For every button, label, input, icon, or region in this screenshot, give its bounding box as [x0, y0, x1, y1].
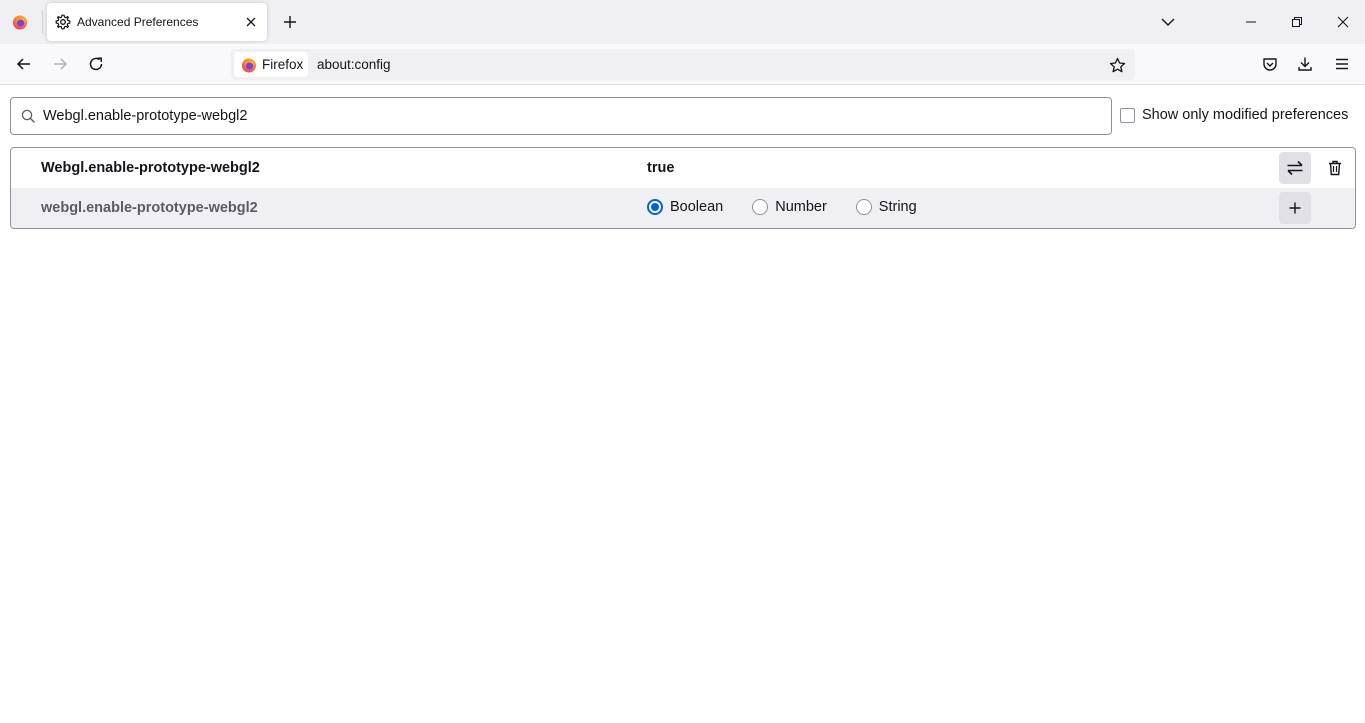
app-menu-button[interactable]	[1327, 49, 1357, 79]
firefox-view-button[interactable]	[4, 6, 36, 38]
close-window-button[interactable]	[1320, 0, 1365, 44]
identity-box[interactable]: Firefox	[234, 52, 308, 77]
restore-button[interactable]	[1274, 0, 1320, 44]
firefox-logo-icon	[242, 58, 256, 72]
show-modified-checkbox[interactable]	[1120, 107, 1135, 123]
downloads-button[interactable]	[1290, 49, 1320, 79]
pref-name: Webgl.enable-prototype-webgl2	[41, 160, 260, 176]
toggle-button[interactable]	[1279, 152, 1311, 184]
add-pref-button[interactable]	[1279, 192, 1311, 224]
identity-label: Firefox	[262, 57, 304, 72]
radio-option-boolean[interactable]: Boolean	[647, 199, 723, 215]
show-modified-toggle[interactable]: Show only modified preferences	[1120, 107, 1348, 123]
back-arrow-icon	[16, 58, 30, 70]
preference-search-box[interactable]	[10, 97, 1112, 135]
show-modified-label: Show only modified preferences	[1142, 107, 1349, 123]
back-button[interactable]	[9, 49, 39, 79]
bookmark-star-button[interactable]	[1105, 53, 1129, 77]
forward-button[interactable]	[45, 49, 75, 79]
radio-label-string: String	[878, 199, 917, 215]
pref-value[interactable]: true	[647, 160, 674, 176]
url-bar[interactable]: Firefox about:config	[231, 49, 1135, 80]
swap-arrows-icon	[1287, 160, 1303, 176]
delete-button[interactable]	[1319, 152, 1351, 184]
pocket-icon	[1263, 58, 1277, 71]
url-text[interactable]: about:config	[317, 57, 391, 72]
tab-advanced-preferences[interactable]: Advanced Preferences	[47, 3, 267, 41]
navigation-toolbar: Firefox about:config	[0, 44, 1365, 85]
radio-label-boolean: Boolean	[670, 199, 724, 215]
table-row-new-pref: webgl.enable-prototype-webgl2 Boolean Nu…	[11, 188, 1355, 228]
restore-icon	[1292, 17, 1302, 27]
search-icon	[21, 109, 35, 123]
radio-number[interactable]	[752, 199, 769, 215]
reload-icon	[89, 57, 103, 71]
gear-icon	[55, 14, 71, 30]
new-pref-name: webgl.enable-prototype-webgl2	[41, 200, 258, 216]
tab-separator	[42, 10, 43, 34]
tab-close-button[interactable]	[241, 12, 261, 32]
preferences-table: Webgl.enable-prototype-webgl2 true webgl…	[10, 147, 1356, 229]
forward-arrow-icon	[54, 58, 68, 70]
radio-boolean[interactable]	[647, 199, 663, 215]
radio-option-string[interactable]: String	[855, 199, 917, 215]
chevron-down-icon	[1161, 18, 1175, 26]
radio-option-number[interactable]: Number	[752, 199, 827, 215]
pref-type-radio-group: Boolean Number String	[647, 199, 946, 215]
list-all-tabs-button[interactable]	[1154, 8, 1182, 36]
new-tab-button[interactable]	[276, 8, 304, 36]
close-icon	[246, 17, 256, 27]
star-icon	[1109, 57, 1125, 72]
download-icon	[1298, 57, 1312, 71]
table-row: Webgl.enable-prototype-webgl2 true	[11, 148, 1355, 188]
plus-icon	[1289, 202, 1301, 214]
radio-string[interactable]	[855, 199, 872, 215]
trash-icon	[1329, 160, 1341, 176]
radio-label-number: Number	[775, 199, 827, 215]
minimize-button[interactable]	[1228, 0, 1274, 44]
firefox-logo-icon	[13, 15, 27, 30]
plus-icon	[284, 16, 296, 28]
tab-strip: Advanced Preferences	[0, 0, 1365, 44]
pocket-button[interactable]	[1255, 49, 1285, 79]
minimize-icon	[1246, 21, 1256, 23]
close-icon	[1337, 16, 1349, 28]
hamburger-menu-icon	[1336, 58, 1348, 70]
preference-search-input[interactable]	[43, 98, 1103, 134]
tab-title: Advanced Preferences	[77, 15, 199, 29]
reload-button[interactable]	[81, 49, 111, 79]
